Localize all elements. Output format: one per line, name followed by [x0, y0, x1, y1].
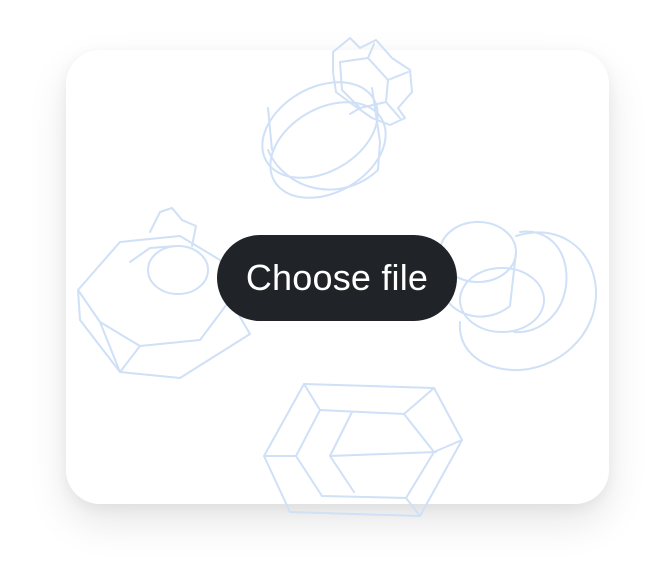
stage: Choose file	[0, 0, 672, 581]
choose-file-button[interactable]: Choose file	[217, 235, 457, 321]
